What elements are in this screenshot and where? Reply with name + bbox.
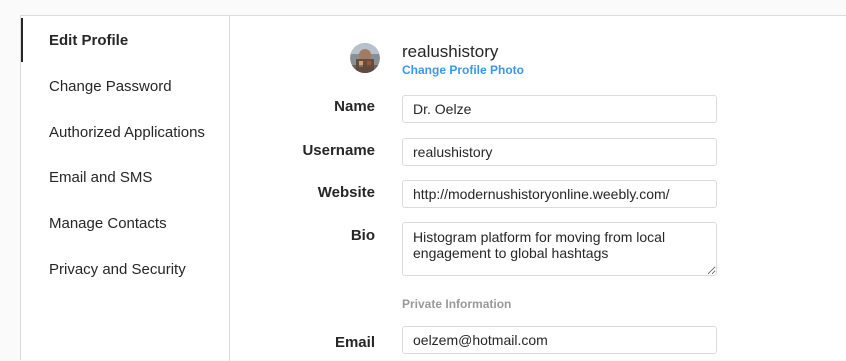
sidebar-item-label: Edit Profile xyxy=(49,31,129,49)
bio-field[interactable]: Histogram platform for moving from local… xyxy=(402,222,717,276)
website-label: Website xyxy=(317,184,375,201)
profile-photo-icon xyxy=(350,43,380,73)
sidebar-item-label: Email and SMS xyxy=(49,168,153,186)
email-label: Email xyxy=(334,334,375,351)
sidebar-item-change-password[interactable]: Change Password xyxy=(21,64,229,108)
edit-profile-form: realushistory Change Profile Photo Name … xyxy=(230,16,846,360)
settings-sidebar: Edit Profile Change Password Authorized … xyxy=(21,16,230,361)
settings-panel: Edit Profile Change Password Authorized … xyxy=(20,15,846,361)
profile-username: realushistory xyxy=(402,42,499,61)
name-label: Name xyxy=(334,98,375,115)
sidebar-item-label: Change Password xyxy=(49,77,172,95)
sidebar-item-privacy-and-security[interactable]: Privacy and Security xyxy=(21,247,229,291)
sidebar-item-authorized-applications[interactable]: Authorized Applications xyxy=(21,110,229,154)
sidebar-item-manage-contacts[interactable]: Manage Contacts xyxy=(21,201,229,245)
private-information-heading: Private Information xyxy=(402,297,512,311)
profile-header: realushistory Change Profile Photo xyxy=(402,42,524,78)
name-field[interactable] xyxy=(402,95,717,123)
email-field[interactable] xyxy=(402,326,717,354)
sidebar-item-label: Authorized Applications xyxy=(49,123,205,141)
sidebar-item-edit-profile[interactable]: Edit Profile xyxy=(21,18,229,62)
sidebar-item-email-and-sms[interactable]: Email and SMS xyxy=(21,155,229,199)
avatar[interactable] xyxy=(350,43,380,73)
website-field[interactable] xyxy=(402,180,717,208)
sidebar-item-label: Privacy and Security xyxy=(49,260,186,278)
username-field[interactable] xyxy=(402,138,717,166)
bio-label: Bio xyxy=(350,227,375,244)
change-profile-photo-link[interactable]: Change Profile Photo xyxy=(402,62,524,78)
username-label: Username xyxy=(302,142,375,159)
sidebar-item-label: Manage Contacts xyxy=(49,214,167,232)
